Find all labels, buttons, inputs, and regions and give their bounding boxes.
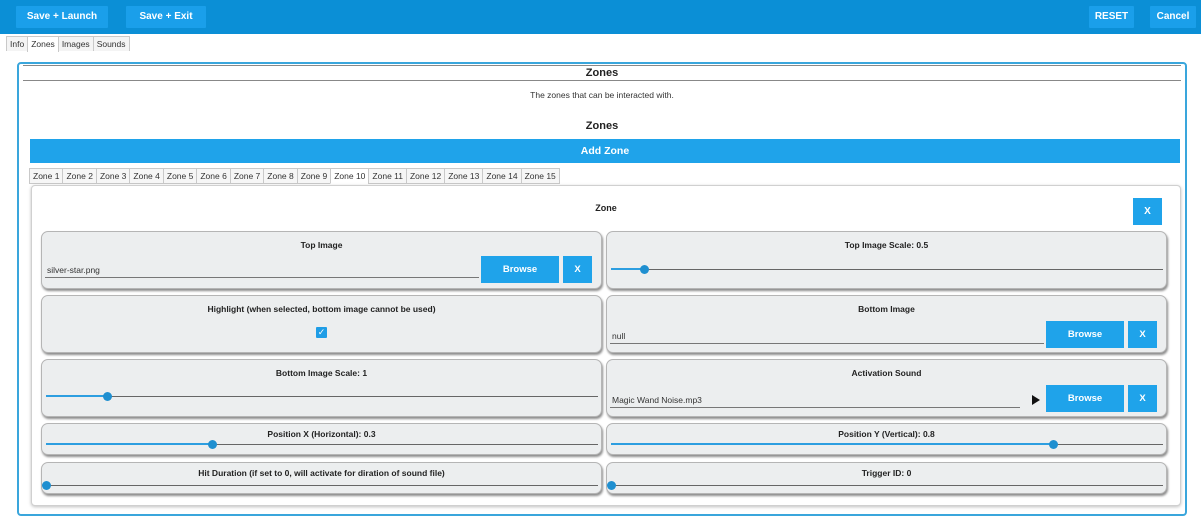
section-title: Zones [585,67,619,79]
zones-panel: Zones The zones that can be interacted w… [17,62,1187,516]
remove-zone-button[interactable]: X [1133,198,1162,225]
zones-subtitle: Zones [585,120,619,132]
position-y-slider[interactable] [611,440,1163,449]
tab-zone-8[interactable]: Zone 8 [263,168,298,184]
tab-zone-7[interactable]: Zone 7 [229,168,265,184]
title-divider [23,80,1181,81]
slider-thumb[interactable] [207,440,217,449]
top-image-scale-slider[interactable] [611,265,1163,274]
trigger-id-card: Trigger ID: 0 [606,462,1167,494]
top-image-browse-button[interactable]: Browse [481,256,559,283]
bottom-image-title: Bottom Image [858,304,915,314]
top-image-title: Top Image [300,240,343,250]
zone-editor: Zone X Top Image silver-star.png Browse … [31,185,1181,506]
slider-thumb[interactable] [640,265,650,274]
tab-info[interactable]: Info [6,36,29,51]
save-exit-button[interactable]: Save + Exit [126,6,206,28]
tab-zone-13[interactable]: Zone 13 [444,168,484,184]
tab-zone-6[interactable]: Zone 6 [196,168,231,184]
slider-fill [46,443,212,445]
tab-zone-14[interactable]: Zone 14 [482,168,522,184]
add-zone-button[interactable]: Add Zone [30,139,1180,163]
zone-tabs: Zone 1 Zone 2 Zone 3 Zone 4 Zone 5 Zone … [29,168,560,184]
zone-title: Zone [595,203,617,213]
trigger-id-slider[interactable] [607,481,1163,490]
tab-zone-1[interactable]: Zone 1 [29,168,64,184]
activation-sound-card: Activation Sound Magic Wand Noise.mp3 Br… [606,359,1167,417]
top-image-field[interactable]: silver-star.png [45,262,479,278]
bottom-image-clear-button[interactable]: X [1128,321,1157,348]
position-y-title: Position Y (Vertical): 0.8 [838,429,935,439]
tab-zone-12[interactable]: Zone 12 [405,168,446,184]
tab-zone-15[interactable]: Zone 15 [520,168,560,184]
activation-sound-title: Activation Sound [851,368,922,378]
bottom-image-scale-slider[interactable] [46,392,598,401]
slider-thumb[interactable] [102,392,112,401]
tab-zone-10[interactable]: Zone 10 [330,168,370,184]
highlight-checkbox[interactable]: ✓ [316,327,327,338]
bottom-image-scale-card: Bottom Image Scale: 1 [41,359,602,417]
slider-fill [611,443,1053,445]
top-image-scale-title: Top Image Scale: 0.5 [844,240,929,250]
position-x-title: Position X (Horizontal): 0.3 [267,429,376,439]
bottom-image-scale-title: Bottom Image Scale: 1 [275,368,368,378]
tab-zone-4[interactable]: Zone 4 [129,168,164,184]
bottom-image-card: Bottom Image null Browse X [606,295,1167,353]
slider-thumb[interactable] [1048,440,1058,449]
tab-zone-3[interactable]: Zone 3 [95,168,131,184]
top-image-scale-card: Top Image Scale: 0.5 [606,231,1167,289]
tab-images[interactable]: Images [57,36,94,51]
trigger-id-title: Trigger ID: 0 [861,468,912,478]
cancel-button[interactable]: Cancel [1150,6,1196,28]
slider-fill [46,395,107,397]
reset-button[interactable]: RESET [1089,6,1134,28]
top-divider [23,65,1181,66]
tab-zone-5[interactable]: Zone 5 [162,168,198,184]
save-launch-button[interactable]: Save + Launch [16,6,108,28]
slider-thumb[interactable] [607,481,616,490]
hit-duration-slider[interactable] [42,481,598,490]
hit-duration-title: Hit Duration (if set to 0, will activate… [198,468,445,478]
tab-zone-2[interactable]: Zone 2 [62,168,97,184]
top-toolbar: Save + Launch Save + Exit RESET Cancel [0,0,1201,34]
tab-zones[interactable]: Zones [27,36,59,52]
position-x-slider[interactable] [46,440,598,449]
highlight-card: Highlight (when selected, bottom image c… [41,295,602,353]
position-x-card: Position X (Horizontal): 0.3 [41,423,602,455]
top-image-clear-button[interactable]: X [563,256,592,283]
activation-sound-field[interactable]: Magic Wand Noise.mp3 [610,392,1020,408]
tab-zone-9[interactable]: Zone 9 [296,168,332,184]
tab-zone-11[interactable]: Zone 11 [368,168,407,184]
section-description: The zones that can be interacted with. [530,90,674,100]
position-y-card: Position Y (Vertical): 0.8 [606,423,1167,455]
activation-sound-browse-button[interactable]: Browse [1046,385,1124,412]
activation-sound-clear-button[interactable]: X [1128,385,1157,412]
main-tabs: Info Zones Images Sounds [6,36,130,52]
play-icon[interactable] [1032,395,1040,405]
slider-thumb[interactable] [42,481,51,490]
bottom-image-browse-button[interactable]: Browse [1046,321,1124,348]
top-image-card: Top Image silver-star.png Browse X [41,231,602,289]
hit-duration-card: Hit Duration (if set to 0, will activate… [41,462,602,494]
tab-sounds[interactable]: Sounds [92,36,130,51]
highlight-title: Highlight (when selected, bottom image c… [207,304,436,314]
bottom-image-field[interactable]: null [610,328,1044,344]
